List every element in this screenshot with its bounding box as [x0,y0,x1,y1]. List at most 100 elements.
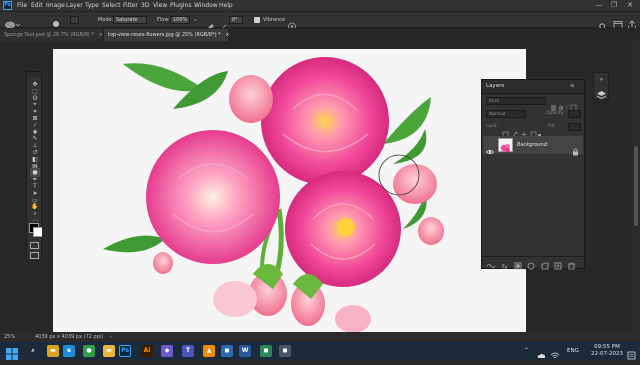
chrome-icon[interactable]: ● [83,345,95,357]
file-explorer-icon[interactable]: ▬ [47,345,59,357]
bud-right [393,164,437,204]
edge-browser-icon[interactable]: e [63,345,75,357]
share-icon[interactable] [627,15,637,30]
layer-name[interactable]: Background [517,136,547,154]
document-tabs: Sponge Tool.psd @ 26.7% (RGB/8) * × top-… [0,28,640,41]
app-icon-4[interactable]: ◼ [279,345,291,357]
screen-mode-icon[interactable] [30,252,39,259]
fill-input[interactable] [568,123,581,131]
close-icon[interactable]: × [225,32,229,38]
menu-help[interactable]: Help [219,0,233,11]
menu-3d[interactable]: 3D [141,0,149,11]
search-icon[interactable]: ⌕ [27,345,39,357]
photoshop-icon[interactable]: Ps [119,345,131,357]
lock-label: Lock: [486,124,498,129]
opacity-input[interactable] [568,110,581,118]
chevron-down-icon[interactable]: ⌄ [193,16,201,24]
menu-edit[interactable]: Edit [31,0,43,11]
menu-image[interactable]: Image [46,0,65,11]
chevron-up-icon[interactable]: ⌃ [524,347,532,355]
app-icon-1[interactable]: ◆ [161,345,173,357]
lock-icons[interactable] [502,123,542,138]
app-icon-2[interactable]: ◼ [221,345,233,357]
word-icon[interactable]: W [239,345,251,357]
flow-input[interactable]: 100% [170,16,190,24]
chevron-right-icon[interactable]: › [110,332,112,342]
mode-label: Mode: [98,17,114,23]
teams-icon[interactable]: T [182,345,194,357]
angle-input[interactable]: 0° [229,16,243,24]
layer-thumbnail [498,138,513,153]
illustrator-icon[interactable]: Ai [141,345,153,357]
menu-file[interactable]: File [17,0,27,11]
layer-filter-icons[interactable]: T [550,97,580,113]
vertical-scrollbar[interactable] [632,41,640,332]
tab-label: Sponge Tool.psd @ 26.7% (RGB/8) * [4,32,94,38]
airbrush-icon[interactable] [206,16,216,31]
clock[interactable]: 09:55 PM 22-07-2023 [590,344,624,358]
layers-footer: fx [482,256,584,271]
menu-filter[interactable]: Filter [123,0,138,11]
options-bar: 400 Mode: Saturate Flow: 100% ⌄ 0° Vibra… [0,11,640,37]
vibrance-label: Vibrance [263,17,285,23]
minimize-icon[interactable]: — [592,0,606,11]
menu-type[interactable]: Type [85,0,99,11]
menu-layer[interactable]: Layer [66,0,83,11]
close-icon[interactable]: × [99,32,103,38]
sponge-tool-preset-icon[interactable] [4,15,21,29]
document-dimensions: 4039 px x 4039 px (72 ppi) [35,334,104,340]
layer-row-background[interactable]: Background [483,136,583,156]
vibrance-checkbox[interactable] [254,17,260,32]
layers-panel: Layers ≡ Kind T Normal Opacity: Lock: Fi… [481,79,585,271]
status-bar: 25% 4039 px x 4039 px (72 ppi) › [0,332,640,342]
menu-view[interactable]: View [153,0,167,11]
rose-left [146,130,280,264]
windows-start-icon[interactable] [6,345,18,360]
blend-mode-select[interactable]: Normal [489,112,505,117]
opacity-label: Opacity: [546,111,565,116]
tab-label: top-view-roses-flowers.jpg @ 25% (RGB/8*… [108,32,221,38]
layers-panel-title[interactable]: Layers [486,80,504,93]
leaf-bottom-left [103,235,165,253]
search-icon[interactable] [599,16,607,31]
tab-roses-flowers[interactable]: top-view-roses-flowers.jpg @ 25% (RGB/8*… [104,29,229,41]
app-icon-3[interactable]: ◼ [260,345,272,357]
photoshop-logo[interactable]: Ps [3,1,12,10]
panel-menu-icon[interactable]: ≡ [570,80,575,93]
panel-dock: » [593,72,609,100]
wifi-icon[interactable] [550,346,560,359]
notification-icon[interactable] [627,346,636,360]
angle-icon [220,16,228,31]
close-icon[interactable]: ✕ [623,0,637,11]
menu-select[interactable]: Select [102,0,121,11]
brush-settings-icon[interactable] [70,16,79,24]
folder-icon[interactable]: ▬ [103,345,115,357]
menu-bar: Ps File Edit Image Layer Type Select Fil… [0,0,640,11]
svg-text:fx: fx [502,264,508,271]
quick-mask-icon[interactable] [30,242,39,249]
zoom-level[interactable]: 25% [4,332,15,342]
scrollbar-thumb[interactable] [634,146,638,226]
filter-kind-select[interactable]: Kind [489,99,499,104]
maximize-icon[interactable]: ❐ [607,0,621,11]
vlc-icon[interactable]: ▲ [203,345,215,357]
eye-icon[interactable] [485,141,495,155]
menu-plugins[interactable]: Plugins [170,0,192,11]
language-indicator[interactable]: ENG [567,348,579,354]
layers-icon[interactable] [596,86,607,100]
tools-panel: ✥ ⬚ ʘ ⌖ ⌗ ⊠ ⁄ ✚ ✎ ⊥ ↺ ◧ ▤ ● ✒ T ➤ ▭ ✋ ⌕ ⋯ [26,71,43,261]
cloud-icon[interactable] [536,346,546,358]
toolbar-grip[interactable] [27,72,41,77]
tab-sponge-tool[interactable]: Sponge Tool.psd @ 26.7% (RGB/8) * × [0,29,103,41]
lock-icon [572,141,579,156]
bud-top-left [229,75,273,123]
flow-label: Flow: [157,17,170,23]
menu-window[interactable]: Window [194,0,218,11]
document-canvas[interactable] [53,49,526,332]
brush-size-picker[interactable]: 400 [50,13,62,37]
pressure-size-icon[interactable] [287,16,297,31]
collapse-icon[interactable]: » [597,75,606,84]
more-tools-icon[interactable]: ⋯ [30,216,40,225]
mode-select[interactable]: Saturate [113,16,147,24]
workspace-icon[interactable] [613,15,623,29]
